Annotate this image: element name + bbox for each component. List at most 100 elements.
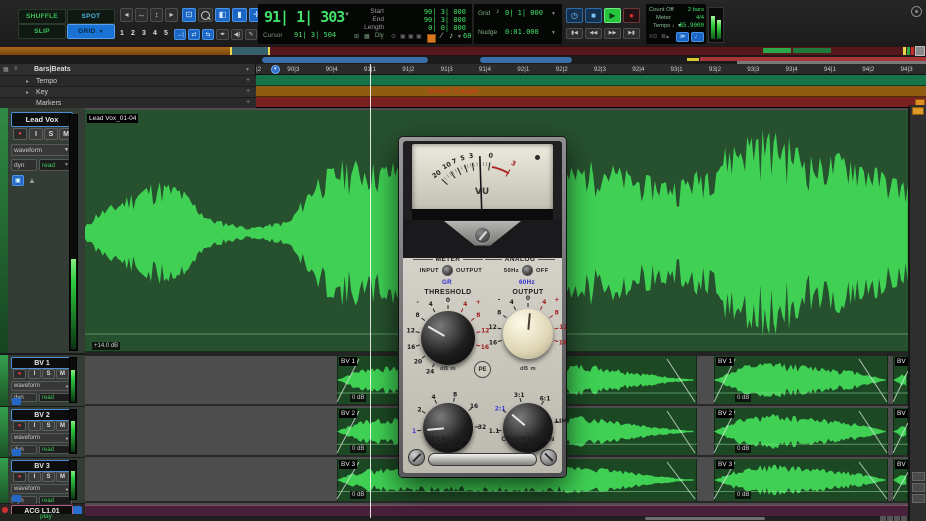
timeline-overview[interactable] — [0, 46, 926, 56]
analog-mode-value[interactable]: 60Hz — [512, 279, 542, 286]
track-name-bv-3[interactable]: BV 3 — [11, 460, 73, 472]
markers-ruler-row[interactable]: Markers + — [0, 97, 256, 108]
insertion-follows-playback-button[interactable]: ◂▸ — [216, 29, 229, 40]
counter-dropdown-icon[interactable]: ▼ — [344, 12, 350, 18]
track-color-strip[interactable] — [0, 355, 8, 406]
playback-mode-label[interactable]: play — [40, 513, 52, 520]
record-enable-button[interactable]: ● — [13, 369, 26, 379]
mute-button[interactable]: M — [56, 421, 69, 431]
online-button[interactable]: ◷ — [566, 8, 583, 23]
tempo-value[interactable]: 85.9000 — [662, 23, 704, 29]
key-ruler-row[interactable]: ▸ Key + — [0, 86, 256, 97]
stop-button[interactable]: ■ — [585, 8, 602, 23]
mute-button[interactable]: M — [56, 369, 69, 379]
track-view-selector[interactable]: waveform▼ — [11, 484, 72, 494]
transport-option-icon-2[interactable]: ≣▴ — [661, 33, 669, 40]
link-track-edit-button[interactable]: ⇆ — [202, 29, 214, 40]
nudge-value[interactable]: 0:01.000 — [505, 28, 539, 36]
zoomer-tool-button[interactable] — [198, 8, 213, 22]
metronome-button[interactable]: ♩ — [691, 32, 704, 42]
automation-mode-selector[interactable]: read▼ — [39, 159, 72, 171]
elastic-audio-icon[interactable]: ▣ — [12, 175, 24, 186]
fast-forward-button[interactable]: ▶▶ — [604, 28, 621, 39]
pencil-icon[interactable]: ∕ — [441, 31, 442, 40]
grid-display-icon[interactable]: ▦ — [364, 33, 370, 40]
vertical-scrollbar[interactable] — [909, 105, 926, 521]
track-view-selector[interactable]: waveform▼ — [11, 433, 72, 443]
status-icon-4[interactable]: ▣ — [416, 33, 422, 40]
delay-compensation-label[interactable]: Dly — [375, 33, 384, 39]
track-name-bv-2[interactable]: BV 2 — [11, 409, 73, 421]
start-value[interactable]: 90| 3| 000 — [388, 8, 466, 16]
timeline-insertion-icon[interactable]: ⊞ — [354, 33, 359, 40]
analog-toggle-switch[interactable] — [522, 265, 533, 276]
zoom-toggle-button[interactable]: ⊡ — [182, 8, 196, 22]
track-color-strip[interactable] — [0, 407, 8, 457]
overview-scroll-button[interactable] — [915, 46, 925, 56]
grid-dropdown-icon[interactable]: ▼ — [551, 11, 556, 17]
automation-gain-chip[interactable]: 0 dB — [350, 394, 366, 402]
elastic-audio-icon[interactable] — [12, 449, 21, 456]
record-armed-icon[interactable] — [2, 507, 8, 513]
transport-option-icon-1[interactable]: ≡⊙ — [649, 33, 658, 40]
note-icon[interactable]: ♪ — [449, 31, 453, 40]
scroll-button-1[interactable] — [880, 516, 886, 521]
scroll-button-4[interactable] — [901, 516, 907, 521]
automation-mode-selector[interactable]: read — [39, 393, 72, 402]
input-monitor-button[interactable]: I — [28, 421, 41, 431]
elastic-audio-icon[interactable] — [12, 398, 21, 405]
ruler-view-icon[interactable]: ▦ — [3, 66, 9, 73]
automation-mode-selector[interactable]: read — [39, 445, 72, 454]
tempo-ruler-row[interactable]: ▸ Tempo + — [0, 75, 256, 86]
mute-button[interactable]: M — [56, 472, 69, 482]
status-icon-2[interactable]: ▣ — [400, 33, 406, 40]
scroll-button-2[interactable] — [887, 516, 893, 521]
length-value[interactable]: 0| 0| 000 — [388, 24, 466, 32]
automation-gain-chip[interactable]: 0 dB — [735, 445, 751, 453]
mode-grid-button[interactable]: GRID▼ — [67, 24, 115, 39]
ruler-marker-icon[interactable]: ▾ — [271, 65, 280, 74]
horizontal-scrollbar[interactable] — [85, 516, 908, 521]
automation-gain-chip[interactable]: 0 dB — [735, 491, 751, 499]
midi-merge-button[interactable]: ≫ — [676, 32, 689, 42]
mode-slip-button[interactable]: SLIP — [18, 24, 66, 39]
nudge-dropdown-icon[interactable]: ▼ — [551, 30, 556, 36]
record-enable-button[interactable]: ● — [13, 421, 26, 431]
solo-button[interactable]: S — [42, 421, 55, 431]
track-color-strip[interactable] — [0, 458, 8, 503]
track-name-lead-vox[interactable]: Lead Vox — [11, 112, 73, 127]
bars-beats-ruler-label[interactable]: Bars|Beats — [34, 66, 71, 73]
solo-button[interactable]: S — [42, 369, 55, 379]
selector-tool-button[interactable]: ▮ — [232, 8, 247, 22]
play-button[interactable]: ▶ — [604, 8, 621, 23]
track-view-selector[interactable]: waveform▼ — [11, 381, 72, 391]
automation-gain-chip[interactable]: +14.0 dB — [92, 342, 120, 350]
zoom-preset-5[interactable]: 5 — [164, 30, 168, 37]
elastic-audio-icon[interactable] — [12, 495, 21, 502]
automation-gain-chip[interactable]: 0 dB — [350, 445, 366, 453]
zoom-preset-1[interactable]: 1 — [120, 30, 124, 37]
ruler-list-icon[interactable]: ≡ — [14, 66, 18, 72]
mode-spot-button[interactable]: SPOT — [67, 9, 115, 24]
horizontal-zoom-button[interactable]: ↔ — [135, 8, 148, 22]
trim-tool-button[interactable]: ◧ — [215, 8, 230, 22]
scrub-tool-button[interactable]: ◀) — [231, 29, 243, 40]
note-value-dropdown-icon[interactable]: ▼ — [457, 34, 462, 40]
input-monitor-button[interactable]: I — [28, 369, 41, 379]
automation-lane-button[interactable]: dyn — [11, 159, 37, 171]
rewind-button[interactable]: ◀◀ — [585, 28, 602, 39]
markers-add-icon[interactable]: + — [246, 99, 250, 106]
automation-gain-chip[interactable]: 0 dB — [735, 394, 751, 402]
status-icon-3[interactable]: ▣ — [408, 33, 414, 40]
meter-mode-value[interactable]: GR — [432, 279, 462, 286]
key-add-icon[interactable]: + — [246, 88, 250, 95]
go-to-end-button[interactable]: ▶▮ — [623, 28, 640, 39]
track-color-strip[interactable] — [0, 108, 8, 353]
zoom-preset-2[interactable]: 2 — [131, 30, 135, 37]
tempo-add-icon[interactable]: + — [246, 77, 250, 84]
solo-button[interactable]: S — [42, 472, 55, 482]
zoom-out-arrow-button[interactable]: ◂ — [120, 8, 133, 22]
record-enable-button[interactable]: ● — [13, 472, 26, 482]
acg-region-bar[interactable] — [85, 505, 908, 516]
meter-toggle-switch[interactable] — [442, 265, 453, 276]
